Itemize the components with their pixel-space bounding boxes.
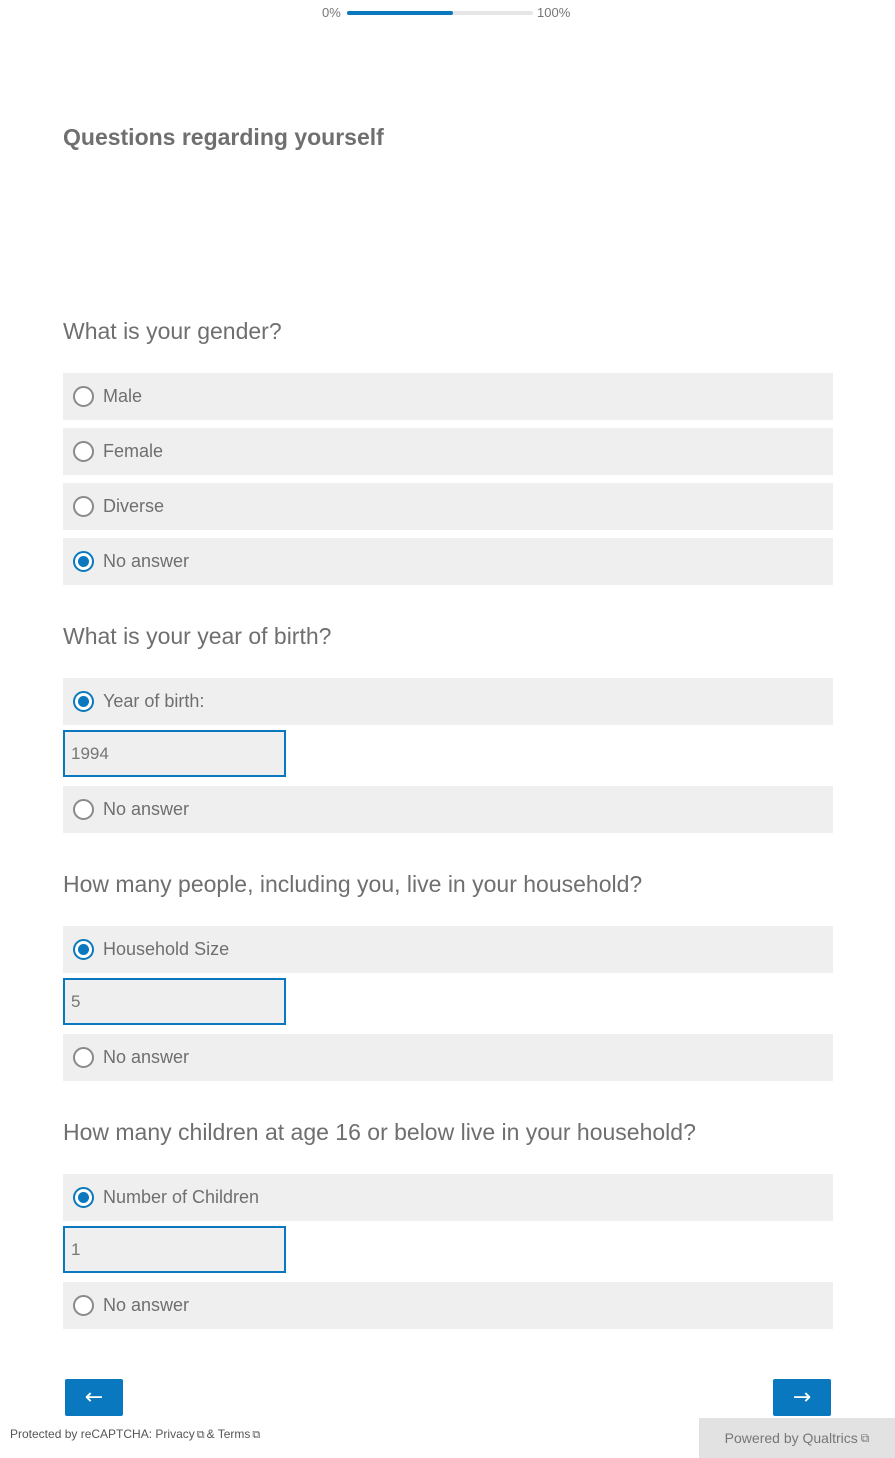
children-option-no-answer[interactable]: No answer: [63, 1282, 833, 1329]
birth-option-no-answer[interactable]: No answer: [63, 786, 833, 833]
option-label: No answer: [103, 1047, 190, 1067]
privacy-link[interactable]: Privacy: [155, 1427, 194, 1441]
birth-option-year[interactable]: Year of birth:: [63, 678, 833, 725]
terms-link[interactable]: Terms: [218, 1427, 251, 1441]
radio-icon[interactable]: [73, 1295, 94, 1316]
household-option-no-answer[interactable]: No answer: [63, 1034, 833, 1081]
recaptcha-notice: Protected by reCAPTCHA: Privacy ⧉ & Terms ⧉: [10, 1427, 262, 1442]
option-label: Year of birth:: [103, 691, 205, 711]
option-label: Household Size: [103, 939, 230, 959]
progress-fill: [347, 11, 454, 15]
powered-by-qualtrics-link[interactable]: Powered by Qualtrics ⧉: [699, 1418, 895, 1458]
external-link-icon: ⧉: [860, 1430, 870, 1445]
year-of-birth-input[interactable]: [63, 730, 286, 777]
household-option-size[interactable]: Household Size: [63, 926, 833, 973]
question-year-of-birth: What is your year of birth?: [63, 623, 332, 649]
question-gender: What is your gender?: [63, 318, 282, 344]
question-children: How many children at age 16 or below liv…: [63, 1119, 696, 1145]
option-label: Female: [103, 441, 164, 461]
recaptcha-prefix: Protected by reCAPTCHA:: [10, 1427, 153, 1441]
section-title: Questions regarding yourself: [63, 124, 384, 150]
radio-icon[interactable]: [73, 1047, 94, 1068]
back-button[interactable]: ←: [65, 1379, 123, 1416]
radio-checked-icon[interactable]: [73, 939, 94, 960]
progress-end-label: 100%: [537, 5, 571, 20]
option-label: Number of Children: [103, 1187, 260, 1207]
external-link-icon: ⧉: [252, 1429, 261, 1441]
children-option-number[interactable]: Number of Children: [63, 1174, 833, 1221]
number-of-children-input[interactable]: [63, 1226, 286, 1273]
radio-icon[interactable]: [73, 386, 94, 407]
ampersand: &: [206, 1427, 215, 1441]
radio-checked-icon[interactable]: [73, 551, 94, 572]
radio-icon[interactable]: [73, 799, 94, 820]
question-household-size: How many people, including you, live in …: [63, 871, 643, 897]
progress-start-label: 0%: [322, 5, 341, 20]
option-label: No answer: [103, 551, 190, 571]
gender-option-no-answer[interactable]: No answer: [63, 538, 833, 585]
radio-icon[interactable]: [73, 496, 94, 517]
option-label: Male: [103, 386, 143, 406]
gender-option-male[interactable]: Male: [63, 373, 833, 420]
radio-icon[interactable]: [73, 441, 94, 462]
option-label: No answer: [103, 799, 190, 819]
option-label: No answer: [103, 1295, 190, 1315]
gender-option-female[interactable]: Female: [63, 428, 833, 475]
gender-option-diverse[interactable]: Diverse: [63, 483, 833, 530]
powered-label: Powered by Qualtrics: [724, 1430, 858, 1446]
progress-track: [347, 11, 533, 15]
option-label: Diverse: [103, 496, 165, 516]
household-size-input[interactable]: [63, 978, 286, 1025]
next-button[interactable]: →: [773, 1379, 831, 1416]
radio-checked-icon[interactable]: [73, 691, 94, 712]
progress-bar: 0% 100%: [322, 5, 582, 21]
external-link-icon: ⧉: [196, 1429, 205, 1441]
radio-checked-icon[interactable]: [73, 1187, 94, 1208]
